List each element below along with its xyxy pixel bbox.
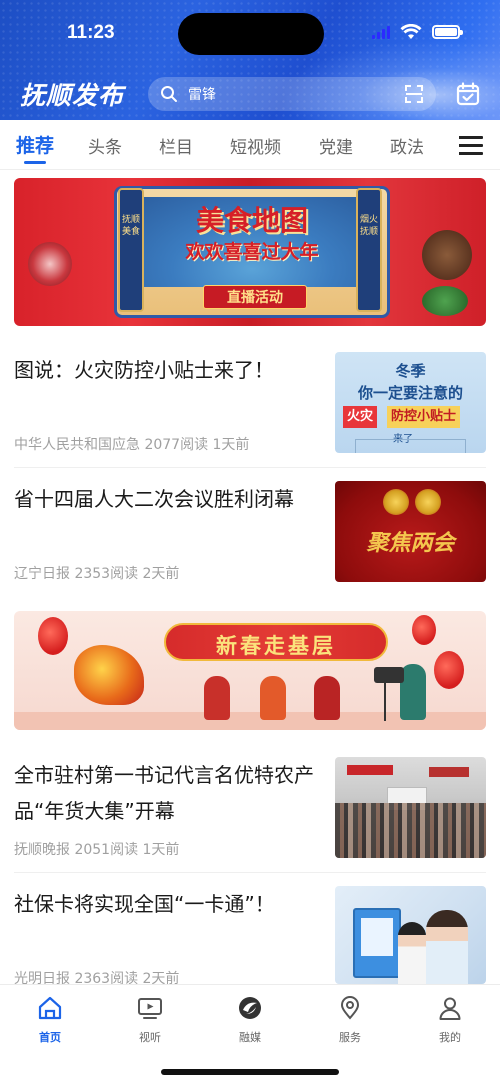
news-thumbnail[interactable]	[335, 757, 486, 858]
media-logo-icon	[239, 997, 261, 1019]
food-decoration	[28, 242, 72, 286]
location-pin-icon	[340, 996, 360, 1020]
photo-detail	[347, 765, 393, 775]
news-item[interactable]: 全市驻村第一书记代言名优特农产品“年货大集”开幕 抚顺晚报 2051阅读 1天前	[14, 757, 486, 859]
banner-ribbon: 直播活动	[203, 285, 307, 309]
tab-recommend[interactable]: 推荐	[16, 131, 54, 158]
banner-subtitle: 欢欢喜喜过大年	[185, 241, 319, 263]
divider	[14, 467, 486, 468]
photo-detail	[426, 910, 468, 984]
user-icon	[439, 997, 461, 1020]
wifi-icon	[400, 24, 422, 39]
nav-label: 服务	[339, 1031, 361, 1044]
news-title[interactable]: 社保卡将实现全国“一卡通”！	[14, 886, 314, 922]
person-illustration	[204, 676, 230, 720]
status-icons	[372, 24, 463, 40]
thumb-text: 聚焦两会	[366, 531, 455, 556]
camera-illustration	[374, 667, 404, 683]
lantern-decoration	[412, 615, 436, 645]
home-indicator	[161, 1069, 339, 1075]
banner-title-strip: 新春走基层	[164, 623, 388, 661]
banner-title: 美食地图	[195, 204, 308, 237]
nav-label: 我的	[439, 1031, 461, 1044]
active-tab-indicator	[24, 161, 46, 164]
news-thumbnail[interactable]	[335, 886, 486, 984]
thumb-text: 你一定要注意的	[357, 384, 463, 402]
app-logo[interactable]: 抚顺发布	[20, 76, 124, 112]
food-map-banner[interactable]: 美食地图 欢欢喜喜过大年 直播活动 抚顺美食 烟火抚顺	[14, 178, 486, 326]
banner-side-text: 烟火抚顺	[359, 215, 378, 237]
news-thumbnail[interactable]: 冬季 你一定要注意的 火灾 防控小贴士 来了	[335, 352, 486, 453]
tripod-illustration	[384, 683, 386, 721]
search-icon	[161, 86, 177, 102]
home-icon	[38, 996, 62, 1020]
spring-festival-banner[interactable]: 新春走基层	[14, 611, 486, 730]
nav-item-home[interactable]: 首页	[20, 995, 80, 1045]
banner-title: 新春走基层	[216, 634, 336, 658]
search-query[interactable]: 雷锋	[188, 84, 404, 104]
tab-short-video[interactable]: 短视频	[230, 133, 281, 158]
news-meta: 抚顺晚报 2051阅读 1天前	[14, 842, 180, 858]
cellular-signal-icon	[372, 25, 390, 39]
banner-side-label: 抚顺美食	[118, 188, 144, 312]
camera-notch	[178, 13, 324, 55]
battery-icon	[432, 25, 463, 39]
tab-party-building[interactable]: 党建	[319, 133, 353, 158]
banner-side-text: 抚顺美食	[121, 215, 140, 237]
thumb-tag: 防控小贴士	[387, 406, 461, 428]
news-meta: 中华人民共和国应急 2077阅读 1天前	[14, 437, 250, 453]
news-item[interactable]: 社保卡将实现全国“一卡通”！ 光明日报 2363阅读 2天前	[14, 886, 486, 987]
photo-detail	[361, 918, 393, 956]
nav-item-av[interactable]: 视听	[120, 995, 180, 1045]
news-thumbnail[interactable]: 聚焦两会	[335, 481, 486, 582]
lantern-decoration	[434, 651, 464, 689]
lantern-decoration	[38, 617, 68, 655]
banner-side-label: 烟火抚顺	[356, 188, 382, 312]
news-title[interactable]: 全市驻村第一书记代言名优特农产品“年货大集”开幕	[14, 757, 314, 829]
news-title[interactable]: 省十四届人大二次会议胜利闭幕	[14, 481, 314, 517]
status-time: 11:23	[67, 22, 115, 43]
news-title[interactable]: 图说：火灾防控小贴士来了！	[14, 352, 314, 388]
tab-columns[interactable]: 栏目	[159, 133, 193, 158]
nav-item-media[interactable]: 融媒	[220, 995, 280, 1045]
news-item[interactable]: 省十四届人大二次会议胜利闭幕 辽宁日报 2353阅读 2天前 聚焦两会	[14, 481, 486, 583]
app-header: 11:23 抚顺发布 雷锋	[0, 0, 500, 120]
nav-item-services[interactable]: 服务	[320, 995, 380, 1045]
nav-label: 视听	[139, 1031, 161, 1044]
photo-detail	[429, 767, 469, 777]
nav-item-profile[interactable]: 我的	[420, 995, 480, 1045]
person-illustration	[260, 676, 286, 720]
search-bar[interactable]: 雷锋	[148, 77, 436, 111]
photo-detail	[398, 922, 426, 984]
calendar-check-icon[interactable]	[456, 82, 480, 106]
emblem-icon	[383, 489, 409, 515]
banner-panel: 美食地图 欢欢喜喜过大年 直播活动	[114, 186, 390, 318]
news-item[interactable]: 图说：火灾防控小贴士来了！ 中华人民共和国应急 2077阅读 1天前 冬季 你一…	[14, 352, 486, 454]
news-meta: 辽宁日报 2353阅读 2天前	[14, 566, 180, 582]
nav-label: 首页	[39, 1031, 61, 1044]
person-illustration	[314, 676, 340, 720]
thumb-tag: 火灾	[343, 406, 378, 428]
thumb-decoration	[355, 439, 466, 453]
tab-headlines[interactable]: 头条	[88, 133, 122, 158]
photo-detail	[335, 803, 486, 858]
emblem-icon	[415, 489, 441, 515]
nav-label: 融媒	[239, 1031, 261, 1044]
food-decoration	[422, 230, 472, 280]
menu-list-icon[interactable]	[459, 136, 483, 156]
divider	[14, 872, 486, 873]
dragon-dance-illustration	[74, 645, 144, 705]
thumb-text: 冬季	[395, 362, 426, 380]
scan-icon[interactable]	[404, 84, 424, 104]
category-tabs: 推荐 头条 栏目 短视频 党建 政法	[0, 120, 500, 170]
tv-icon	[138, 998, 162, 1019]
food-decoration	[422, 286, 468, 316]
tab-politics-law[interactable]: 政法	[390, 133, 424, 158]
